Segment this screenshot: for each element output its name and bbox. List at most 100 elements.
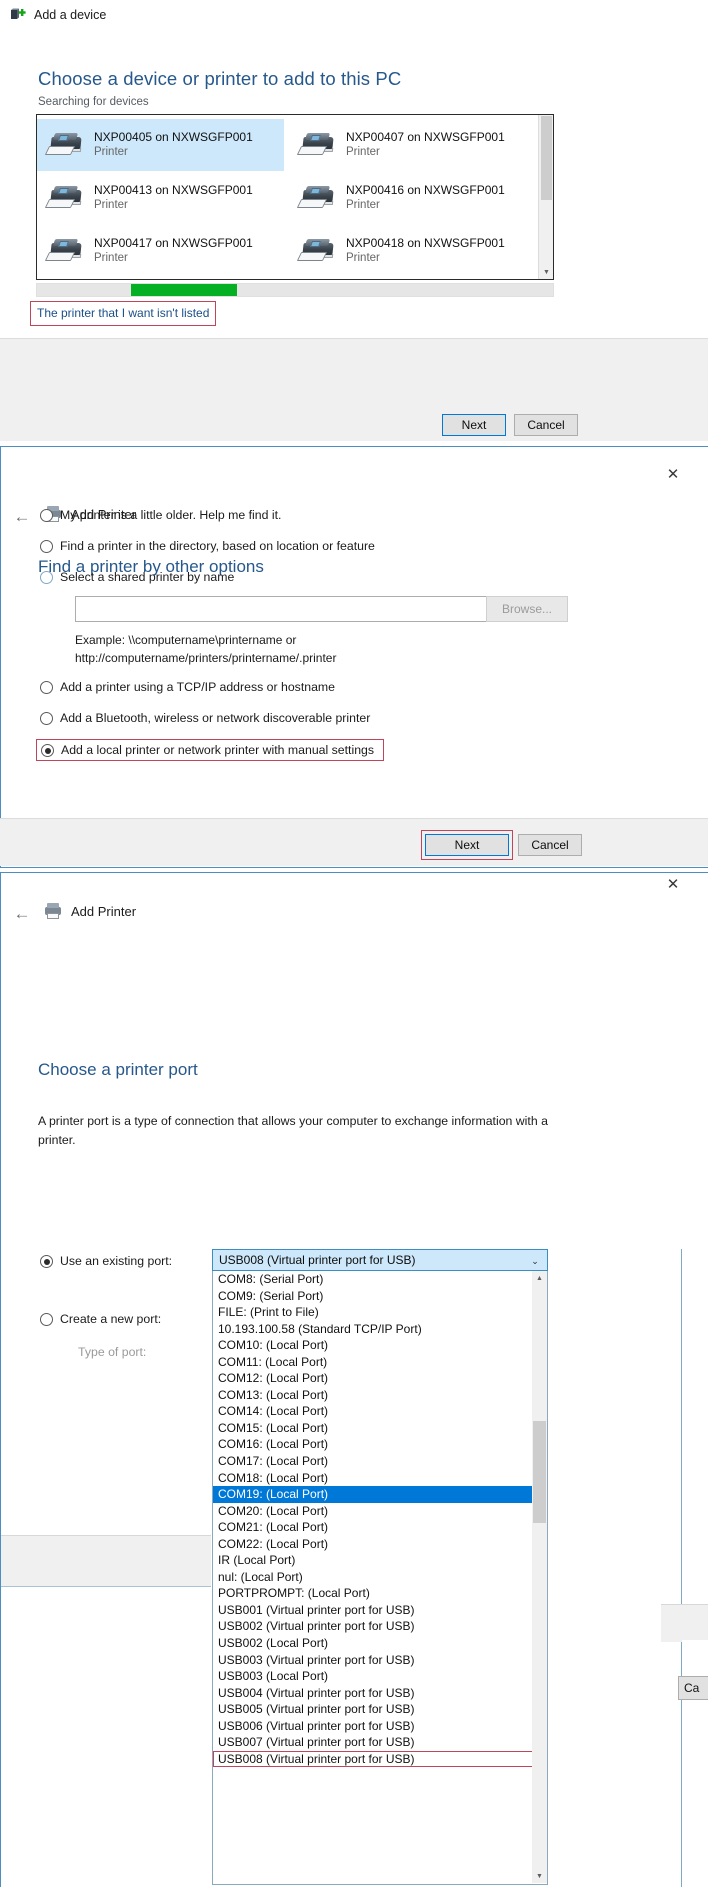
- radio-icon[interactable]: [40, 712, 53, 725]
- device-list-scrollbar[interactable]: ▲ ▼: [538, 115, 553, 279]
- dropdown-option[interactable]: COM10: (Local Port): [213, 1337, 547, 1354]
- dropdown-option[interactable]: PORTPROMPT: (Local Port): [213, 1585, 547, 1602]
- cancel-button[interactable]: Cancel: [518, 834, 582, 856]
- device-list-item[interactable]: NXP00405 on NXWSGFP001 Printer: [37, 119, 284, 171]
- device-type: Printer: [94, 146, 128, 159]
- dropdown-option[interactable]: COM12: (Local Port): [213, 1370, 547, 1387]
- device-type: Printer: [346, 146, 380, 159]
- device-listbox[interactable]: NXP00405 on NXWSGFP001 Printer NXP00407 on…: [36, 114, 554, 280]
- radio-directory-search[interactable]: Find a printer in the directory, based o…: [40, 539, 375, 554]
- dropdown-option[interactable]: nul: (Local Port): [213, 1569, 547, 1586]
- radio-use-existing-port[interactable]: Use an existing port:: [40, 1254, 172, 1269]
- dropdown-scrollbar[interactable]: ▲ ▼: [532, 1271, 547, 1883]
- radio-icon[interactable]: [40, 540, 53, 553]
- dropdown-option[interactable]: USB001 (Virtual printer port for USB): [213, 1602, 547, 1619]
- close-icon[interactable]: ✕: [660, 873, 686, 895]
- progress-chunk: [131, 284, 237, 296]
- dropdown-option[interactable]: USB006 (Virtual printer port for USB): [213, 1718, 547, 1735]
- radio-older-printer[interactable]: My printer is a little older. Help me fi…: [40, 508, 281, 523]
- dropdown-option[interactable]: USB007 (Virtual printer port for USB): [213, 1734, 547, 1751]
- device-list-item[interactable]: NXP00413 on NXWSGFP001 Printer: [37, 172, 284, 224]
- dropdown-option[interactable]: 10.193.100.58 (Standard TCP/IP Port): [213, 1321, 547, 1338]
- radio-local-printer-manual[interactable]: Add a local printer or network printer w…: [41, 743, 374, 758]
- dropdown-option[interactable]: COM19: (Local Port): [213, 1486, 547, 1503]
- dropdown-option[interactable]: COM18: (Local Port): [213, 1470, 547, 1487]
- dropdown-option[interactable]: USB004 (Virtual printer port for USB): [213, 1685, 547, 1702]
- dropdown-option[interactable]: COM16: (Local Port): [213, 1436, 547, 1453]
- scroll-down-icon[interactable]: ▼: [532, 1869, 547, 1883]
- device-list-item[interactable]: NXP00418 on NXWSGFP001 Printer: [289, 225, 536, 277]
- radio-icon[interactable]: [40, 681, 53, 694]
- printer-icon: [296, 183, 337, 213]
- printer-port-description: A printer port is a type of connection t…: [38, 1114, 548, 1147]
- printer-icon: [44, 130, 85, 160]
- scroll-up-icon[interactable]: ▲: [532, 1271, 547, 1285]
- radio-icon[interactable]: [40, 571, 53, 584]
- radio-icon[interactable]: [41, 744, 54, 757]
- device-list-item[interactable]: NXP00417 on NXWSGFP001 Printer: [37, 225, 284, 277]
- radio-icon[interactable]: [40, 1313, 53, 1326]
- dropdown-option[interactable]: USB008 (Virtual printer port for USB): [213, 1750, 547, 1768]
- port-dropdown-list[interactable]: COM8: (Serial Port) COM9: (Serial Port) FI…: [212, 1271, 548, 1885]
- dropdown-option[interactable]: COM21: (Local Port): [213, 1519, 547, 1536]
- chevron-down-icon[interactable]: ⌄: [528, 1254, 542, 1268]
- radio-label: Add a Bluetooth, wireless or network dis…: [60, 711, 371, 725]
- dropdown-option[interactable]: COM11: (Local Port): [213, 1354, 547, 1371]
- back-icon[interactable]: ←: [10, 505, 34, 529]
- dropdown-option[interactable]: USB003 (Local Port): [213, 1668, 547, 1685]
- dropdown-option[interactable]: COM9: (Serial Port): [213, 1288, 547, 1305]
- device-type: Printer: [346, 199, 380, 212]
- dropdown-option[interactable]: COM13: (Local Port): [213, 1387, 547, 1404]
- cancel-button[interactable]: Ca: [678, 1676, 708, 1700]
- search-status: Searching for devices: [38, 96, 149, 108]
- dropdown-option[interactable]: COM15: (Local Port): [213, 1420, 547, 1437]
- device-list-item[interactable]: NXP00407 on NXWSGFP001 Printer: [289, 119, 536, 171]
- next-button[interactable]: Next: [442, 414, 506, 436]
- dropdown-option[interactable]: USB002 (Virtual printer port for USB): [213, 1618, 547, 1635]
- window-titlebar: Add a device: [0, 0, 708, 30]
- device-name: NXP00405 on NXWSGFP001: [94, 129, 253, 144]
- page-title: Choose a device or printer to add to thi…: [38, 68, 402, 89]
- radio-bluetooth-wireless[interactable]: Add a Bluetooth, wireless or network dis…: [40, 711, 370, 726]
- radio-icon[interactable]: [40, 1255, 53, 1268]
- dropdown-option[interactable]: USB003 (Virtual printer port for USB): [213, 1652, 547, 1669]
- radio-create-new-port[interactable]: Create a new port:: [40, 1312, 161, 1327]
- example-line-1: Example: \\computername\printername or: [75, 633, 297, 647]
- dropdown-option[interactable]: COM17: (Local Port): [213, 1453, 547, 1470]
- other-options-footer: [0, 818, 708, 866]
- radio-icon[interactable]: [40, 509, 53, 522]
- dropdown-option[interactable]: COM14: (Local Port): [213, 1403, 547, 1420]
- radio-label: Use an existing port:: [60, 1254, 173, 1268]
- printer-not-listed-link[interactable]: The printer that I want isn't listed: [37, 306, 209, 320]
- browse-button[interactable]: Browse...: [486, 596, 568, 622]
- cancel-button[interactable]: Cancel: [514, 414, 578, 436]
- search-progress-bar: [36, 283, 554, 297]
- device-type: Printer: [94, 252, 128, 265]
- dropdown-option[interactable]: COM22: (Local Port): [213, 1536, 547, 1553]
- device-list-item[interactable]: NXP00416 on NXWSGFP001 Printer: [289, 172, 536, 224]
- radio-shared-printer-by-name[interactable]: Select a shared printer by name: [40, 570, 234, 585]
- dropdown-option[interactable]: COM8: (Serial Port): [213, 1271, 547, 1288]
- dropdown-option[interactable]: FILE: (Print to File): [213, 1304, 547, 1321]
- dropdown-option[interactable]: COM20: (Local Port): [213, 1503, 547, 1520]
- scrollbar-thumb[interactable]: [533, 1421, 546, 1523]
- window-edge-divider: [681, 1249, 682, 1887]
- scrollbar-thumb[interactable]: [541, 116, 552, 200]
- radio-label: Create a new port:: [60, 1312, 162, 1326]
- dropdown-option[interactable]: IR (Local Port): [213, 1552, 547, 1569]
- back-icon[interactable]: ←: [10, 902, 34, 926]
- dropdown-option[interactable]: USB002 (Local Port): [213, 1635, 547, 1652]
- radio-label: Add a printer using a TCP/IP address or …: [60, 680, 336, 694]
- radio-tcpip-address[interactable]: Add a printer using a TCP/IP address or …: [40, 680, 335, 695]
- printer-icon: [43, 903, 63, 920]
- screenshot-root: Add a device Choose a device or printer …: [0, 0, 708, 1887]
- example-line-2: http://computername/printers/printername…: [75, 651, 337, 665]
- existing-port-combobox[interactable]: USB008 (Virtual printer port for USB) ⌄: [212, 1249, 548, 1271]
- close-icon[interactable]: ✕: [660, 463, 686, 485]
- shared-printer-name-input[interactable]: [75, 596, 503, 622]
- next-button[interactable]: Next: [425, 834, 509, 856]
- printer-port-title: Choose a printer port: [38, 1060, 198, 1079]
- scroll-down-icon[interactable]: ▼: [539, 265, 553, 279]
- dropdown-option[interactable]: USB005 (Virtual printer port for USB): [213, 1701, 547, 1718]
- device-name: NXP00407 on NXWSGFP001: [346, 129, 505, 144]
